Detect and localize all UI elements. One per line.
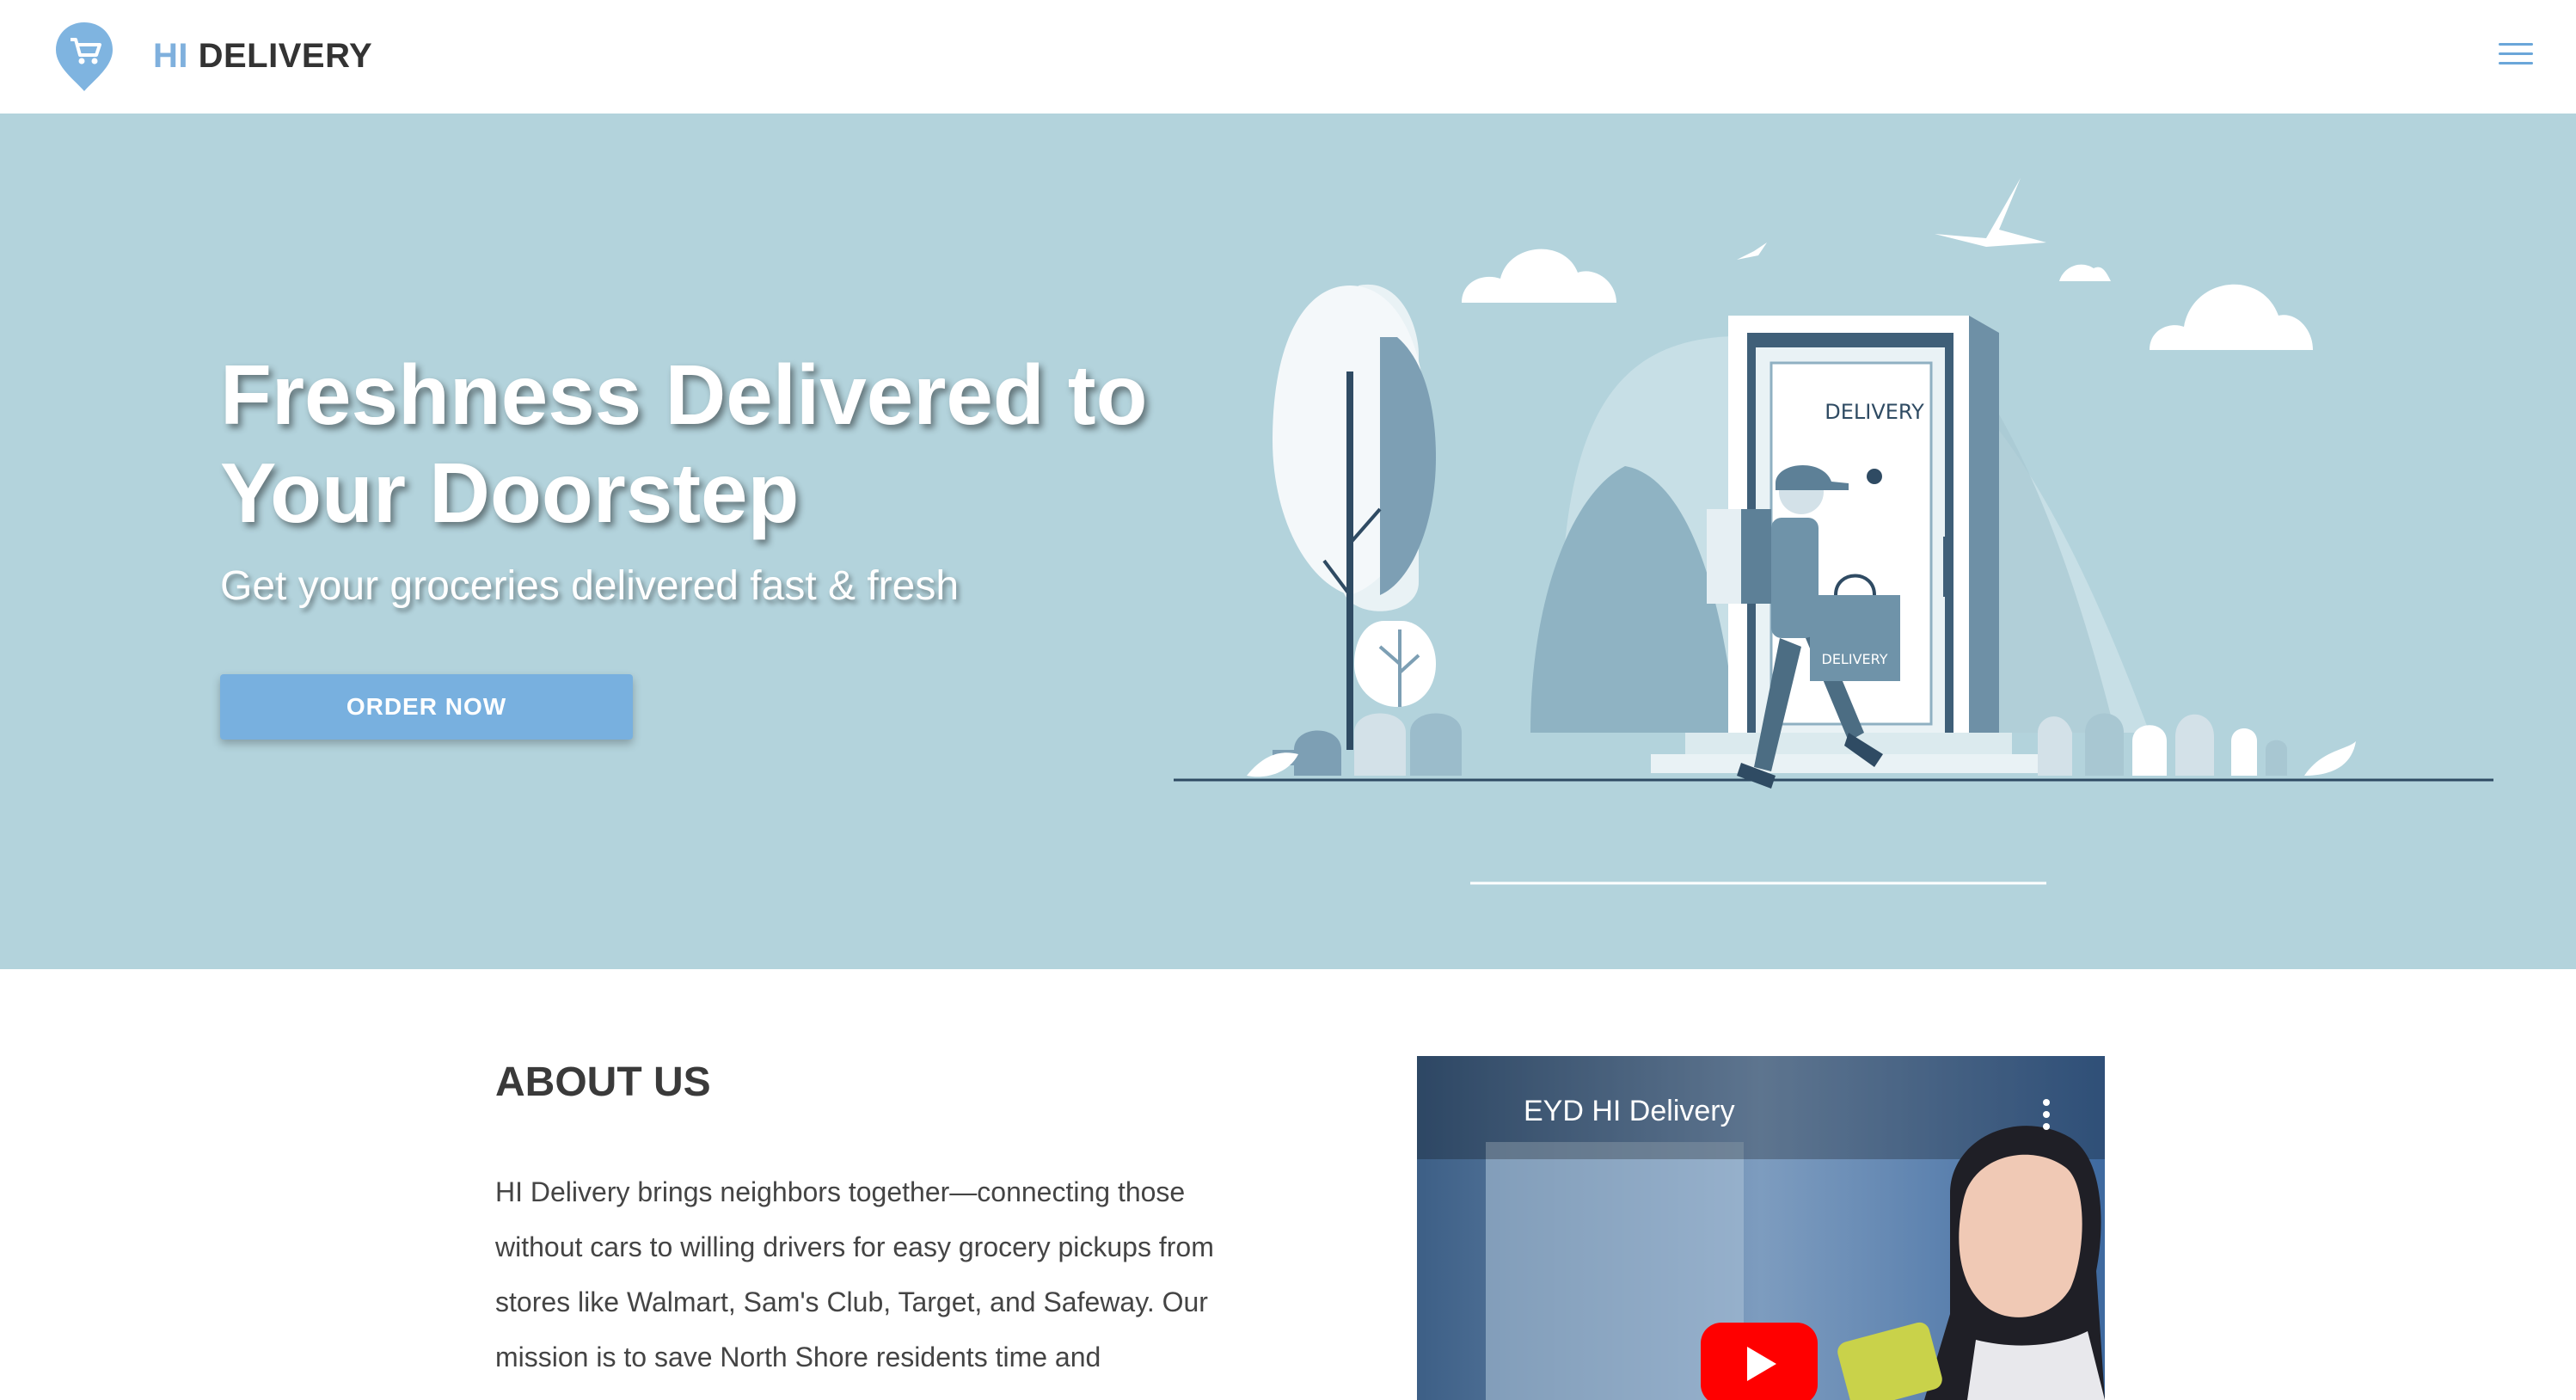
brand-hi: HI xyxy=(153,37,188,75)
more-vertical-icon[interactable] xyxy=(2038,1097,2055,1132)
hamburger-menu-icon[interactable] xyxy=(2499,43,2533,71)
delivery-illustration: DELIVERY DELIVERY xyxy=(1174,178,2493,885)
order-now-button[interactable]: ORDER NOW xyxy=(220,674,633,740)
site-header: HI DELIVERY xyxy=(0,0,2576,114)
video-title[interactable]: EYD HI Delivery xyxy=(1524,1092,1735,1130)
door-sign: DELIVERY xyxy=(1825,400,1924,424)
bag-label: DELIVERY xyxy=(1822,651,1888,667)
about-us-text: HI Delivery brings neighbors together—co… xyxy=(495,1176,1214,1372)
brand-name[interactable]: HI DELIVERY xyxy=(153,31,372,81)
youtube-play-icon[interactable] xyxy=(1701,1323,1818,1400)
hero-subtitle: Get your groceries delivered fast & fres… xyxy=(220,563,960,609)
hero-banner: Freshness Delivered to Your Doorstep Get… xyxy=(0,114,2576,969)
about-us-heading: ABOUT US xyxy=(495,1059,711,1105)
shopping-cart-pin-icon[interactable] xyxy=(53,21,115,93)
hero-title: Freshness Delivered to Your Doorstep xyxy=(220,347,1148,540)
brand-delivery: DELIVERY xyxy=(188,37,373,75)
youtube-video-embed[interactable]: EYD HI Delivery xyxy=(1417,1056,2105,1400)
